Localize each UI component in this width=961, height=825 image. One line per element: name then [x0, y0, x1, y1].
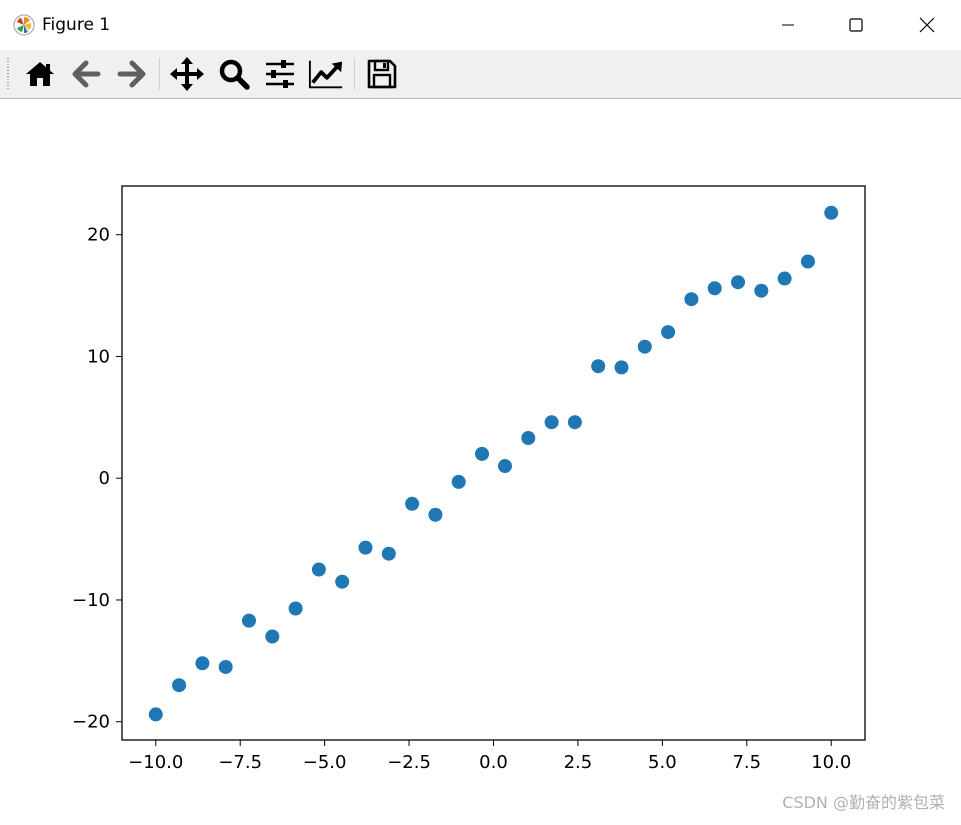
- y-tick-label: 20: [87, 225, 110, 246]
- y-tick-label: −10: [72, 590, 110, 611]
- x-tick-label: 7.5: [732, 752, 761, 773]
- scatter-point: [684, 292, 699, 307]
- scatter-point: [195, 656, 210, 671]
- scatter-point: [241, 613, 256, 628]
- scatter-point: [777, 271, 792, 286]
- navigation-toolbar: [0, 50, 961, 99]
- close-icon: [919, 17, 935, 33]
- configure-subplots-button[interactable]: [262, 56, 298, 92]
- y-tick-label: 10: [87, 346, 110, 367]
- save-button[interactable]: [364, 56, 400, 92]
- scatter-point: [707, 281, 722, 296]
- toolbar-separator: [354, 58, 355, 90]
- scatter-point: [591, 359, 606, 374]
- scatter-point: [497, 459, 512, 474]
- zoom-button[interactable]: [216, 56, 252, 92]
- forward-button[interactable]: [114, 56, 150, 92]
- scatter-point: [311, 562, 326, 577]
- x-tick-label: −10.0: [128, 752, 183, 773]
- scatter-point: [381, 546, 396, 561]
- x-tick-label: −7.5: [218, 752, 262, 773]
- scatter-point: [288, 601, 303, 616]
- scatter-point: [405, 496, 420, 511]
- x-tick-label: −5.0: [303, 752, 347, 773]
- home-button[interactable]: [22, 56, 58, 92]
- home-icon: [26, 62, 54, 86]
- toolbar-separator: [159, 58, 160, 90]
- x-tick-label: 2.5: [564, 752, 593, 773]
- x-tick-label: 10.0: [811, 752, 851, 773]
- pan-button[interactable]: [169, 56, 205, 92]
- save-icon: [367, 59, 397, 89]
- y-tick-label: −20: [72, 712, 110, 733]
- scatter-plot[interactable]: −10.0 −7.5 −5.0 −2.5 0.0 2.5 5.0 7.5 10.0 −20 −10 0…: [0, 99, 961, 821]
- scatter-point: [475, 446, 490, 461]
- scatter-point: [637, 339, 652, 354]
- scatter-point: [521, 431, 536, 446]
- scatter-point: [614, 360, 629, 375]
- plot-frame: [121, 185, 866, 741]
- minimize-button[interactable]: [758, 0, 818, 50]
- scatter-point: [731, 275, 746, 290]
- figure-window: Figure 1 −10.0 −7.5 −5.0 −2.5 0.0 2.5 5.…: [0, 0, 961, 821]
- matplotlib-logo-icon: [13, 14, 35, 36]
- scatter-point: [544, 415, 559, 430]
- scatter-point: [754, 283, 769, 298]
- back-button[interactable]: [68, 56, 104, 92]
- scatter-point: [335, 574, 350, 589]
- minimize-icon: [782, 24, 794, 26]
- scatter-point: [567, 415, 582, 430]
- close-button[interactable]: [897, 0, 957, 50]
- watermark-text: CSDN @勤奋的紫包菜: [782, 793, 945, 812]
- scatter-point: [800, 254, 815, 269]
- subplots-icon: [266, 60, 294, 88]
- maximize-icon: [849, 18, 863, 32]
- y-tick-label: 0: [99, 468, 110, 489]
- edit-axis-button[interactable]: [308, 56, 344, 92]
- scatter-point: [451, 474, 466, 489]
- scatter-point: [358, 540, 373, 555]
- scatter-point: [218, 659, 233, 674]
- zoom-icon: [219, 59, 250, 90]
- window-title: Figure 1: [42, 15, 111, 35]
- edit-axis-icon: [308, 60, 343, 89]
- forward-icon: [117, 60, 146, 88]
- x-tick-label: 0.0: [479, 752, 508, 773]
- toolbar-grip[interactable]: [7, 58, 9, 90]
- figure-canvas[interactable]: −10.0 −7.5 −5.0 −2.5 0.0 2.5 5.0 7.5 10.0 −20 −10 0…: [0, 99, 961, 821]
- scatter-point: [148, 707, 163, 722]
- scatter-point: [428, 507, 443, 522]
- pan-icon: [170, 57, 204, 91]
- x-tick-label: −2.5: [387, 752, 431, 773]
- x-tick-label: 5.0: [648, 752, 677, 773]
- maximize-button[interactable]: [826, 0, 886, 50]
- scatter-point: [265, 629, 280, 644]
- scatter-point: [661, 325, 676, 340]
- scatter-point: [824, 205, 839, 220]
- scatter-point: [172, 678, 187, 693]
- title-bar[interactable]: Figure 1: [0, 0, 961, 50]
- back-icon: [72, 60, 101, 88]
